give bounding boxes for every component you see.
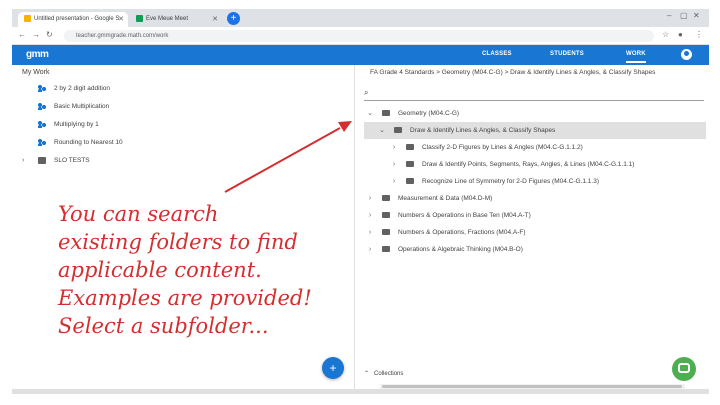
chevron-right-icon[interactable]: › xyxy=(364,224,376,241)
list-item[interactable]: › SLO TESTS xyxy=(22,154,90,168)
nav-classes[interactable]: CLASSES xyxy=(482,51,512,57)
chevron-right-icon[interactable]: › xyxy=(22,154,38,168)
tab-meet[interactable]: Eve Meue Meet ✕ xyxy=(130,12,222,27)
close-icon[interactable]: ✕ xyxy=(212,12,218,27)
annotation-text: You can search existing folders to find … xyxy=(58,200,338,340)
folder-icon xyxy=(382,246,390,253)
folder-icon xyxy=(394,127,402,134)
chevron-up-icon[interactable]: ⌃ xyxy=(364,371,369,377)
folder-icon xyxy=(382,110,390,117)
folder-icon xyxy=(406,178,414,185)
library-panel: FA Grade 4 Standards > Geometry (M04.C-G… xyxy=(356,65,709,389)
forward-icon[interactable]: → xyxy=(32,30,40,39)
breadcrumb[interactable]: FA Grade 4 Standards > Geometry (M04.C-G… xyxy=(370,69,655,76)
tab-presentation[interactable]: Untitled presentation - Google S ✕ xyxy=(18,12,128,27)
tree-row[interactable]: › Operations & Algebraic Thinking (M04.B-… xyxy=(364,241,706,258)
tab-label: Eve Meue Meet xyxy=(146,16,189,22)
list-item[interactable]: Multiplying by 1 xyxy=(22,118,99,132)
close-icon[interactable]: ✕ xyxy=(118,12,124,27)
chat-bubble-icon xyxy=(678,363,690,373)
search-input[interactable]: ⌕ xyxy=(364,87,704,101)
maximize-icon[interactable]: ▢ xyxy=(680,11,688,20)
lesson-icon xyxy=(38,120,46,128)
folder-icon xyxy=(406,161,414,168)
app-header: gmm CLASSES STUDENTS WORK xyxy=(12,45,709,65)
tree-row[interactable]: › Classify 2-D Figures by Lines & Angles … xyxy=(364,139,706,156)
chevron-right-icon[interactable]: › xyxy=(364,207,376,224)
tree-row[interactable]: › Recognize Line of Symmetry for 2-D Figu… xyxy=(364,173,706,190)
new-tab-button[interactable]: + xyxy=(227,12,240,25)
lesson-icon xyxy=(38,102,46,110)
back-icon[interactable]: ← xyxy=(18,30,26,39)
reload-icon[interactable]: ↻ xyxy=(46,30,53,39)
scrollbar-thumb[interactable] xyxy=(382,385,682,388)
list-item[interactable]: Basic Multiplication xyxy=(22,100,109,114)
folder-icon xyxy=(406,144,414,151)
chevron-down-icon[interactable]: ⌄ xyxy=(376,122,388,139)
app-logo[interactable]: gmm xyxy=(26,49,49,60)
minimize-icon[interactable]: – xyxy=(667,11,671,20)
star-icon[interactable]: ☆ xyxy=(662,30,669,39)
annotation-line: existing folders to find xyxy=(58,230,298,254)
chevron-right-icon[interactable]: › xyxy=(388,156,400,173)
folder-icon xyxy=(38,156,46,164)
nav-work[interactable]: WORK xyxy=(626,51,646,63)
tree-row[interactable]: › Numbers & Operations, Fractions (M04.A-… xyxy=(364,224,706,241)
collections-section[interactable]: ⌃ Collections xyxy=(364,370,403,377)
lesson-icon xyxy=(38,84,46,92)
tree-row[interactable]: ⌄ Geometry (M04.C-G) xyxy=(364,105,706,122)
tab-strip: Untitled presentation - Google S ✕ Eve M… xyxy=(12,9,709,27)
add-button[interactable]: + xyxy=(322,357,344,379)
tree-row[interactable]: › Numbers & Operations in Base Ten (M04.A… xyxy=(364,207,706,224)
chevron-right-icon[interactable]: › xyxy=(364,241,376,258)
address-bar[interactable]: teacher.gmmgrade.math.com/work xyxy=(64,30,654,42)
meet-icon xyxy=(136,14,143,22)
chevron-down-icon[interactable]: ⌄ xyxy=(364,105,376,122)
search-icon: ⌕ xyxy=(364,88,369,97)
panel-title: My Work xyxy=(22,69,50,76)
url-text: teacher.gmmgrade.math.com/work xyxy=(76,33,169,39)
chat-button[interactable] xyxy=(672,357,696,381)
folder-icon xyxy=(382,229,390,236)
folder-icon xyxy=(382,195,390,202)
folder-icon xyxy=(382,212,390,219)
tree-row[interactable]: › Measurement & Data (M04.D-M) xyxy=(364,190,706,207)
tree-row[interactable]: › Draw & Identify Points, Segments, Rays,… xyxy=(364,156,706,173)
menu-icon[interactable]: ⋮ xyxy=(695,30,703,39)
browser-toolbar: ← → ↻ teacher.gmmgrade.math.com/work ☆ ●… xyxy=(12,27,709,45)
tree-row[interactable]: ⌄ Draw & Identify Lines & Angles, & Class… xyxy=(364,122,706,139)
annotation-line: Examples are provided! xyxy=(58,286,312,310)
tab-label: Untitled presentation - Google S xyxy=(34,16,120,22)
account-icon[interactable] xyxy=(681,49,692,60)
window-close-icon[interactable]: ✕ xyxy=(693,11,700,20)
lesson-icon xyxy=(38,138,46,146)
annotation-line: applicable content. xyxy=(58,258,262,282)
list-item[interactable]: Rounding to Nearest 10 xyxy=(22,136,123,150)
annotation-line: Select a subfolder... xyxy=(58,314,269,338)
taskbar xyxy=(12,389,709,394)
list-item[interactable]: 2 by 2 digit addition xyxy=(22,82,110,96)
chevron-right-icon[interactable]: › xyxy=(364,190,376,207)
profile-icon[interactable]: ● xyxy=(678,30,683,39)
slides-icon xyxy=(24,14,31,22)
nav-students[interactable]: STUDENTS xyxy=(550,51,584,57)
chevron-right-icon[interactable]: › xyxy=(388,173,400,190)
chevron-right-icon[interactable]: › xyxy=(388,139,400,156)
annotation-line: You can search xyxy=(58,202,219,226)
